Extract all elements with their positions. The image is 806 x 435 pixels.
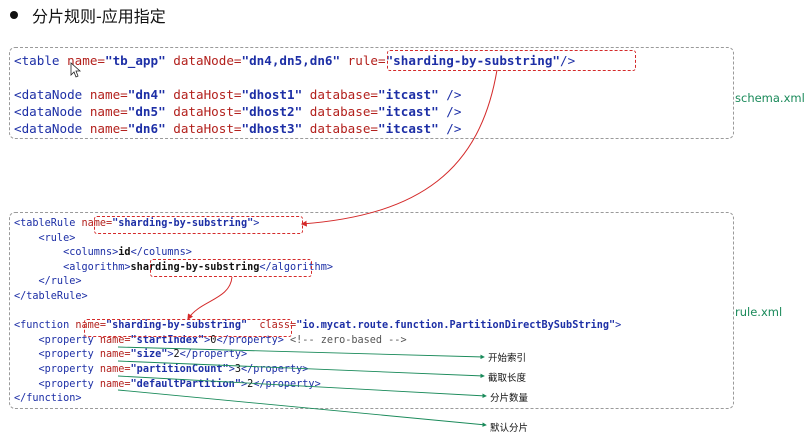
cursor-icon [70, 62, 82, 78]
size-arrow [117, 360, 485, 379]
default-partition-arrow [117, 389, 487, 427]
partition-count-arrow [117, 375, 487, 399]
algorithm-link-arrow [187, 276, 233, 321]
rule-link-arrow [300, 69, 498, 227]
start-index-arrow [117, 346, 485, 360]
connector-overlay [70, 62, 498, 427]
